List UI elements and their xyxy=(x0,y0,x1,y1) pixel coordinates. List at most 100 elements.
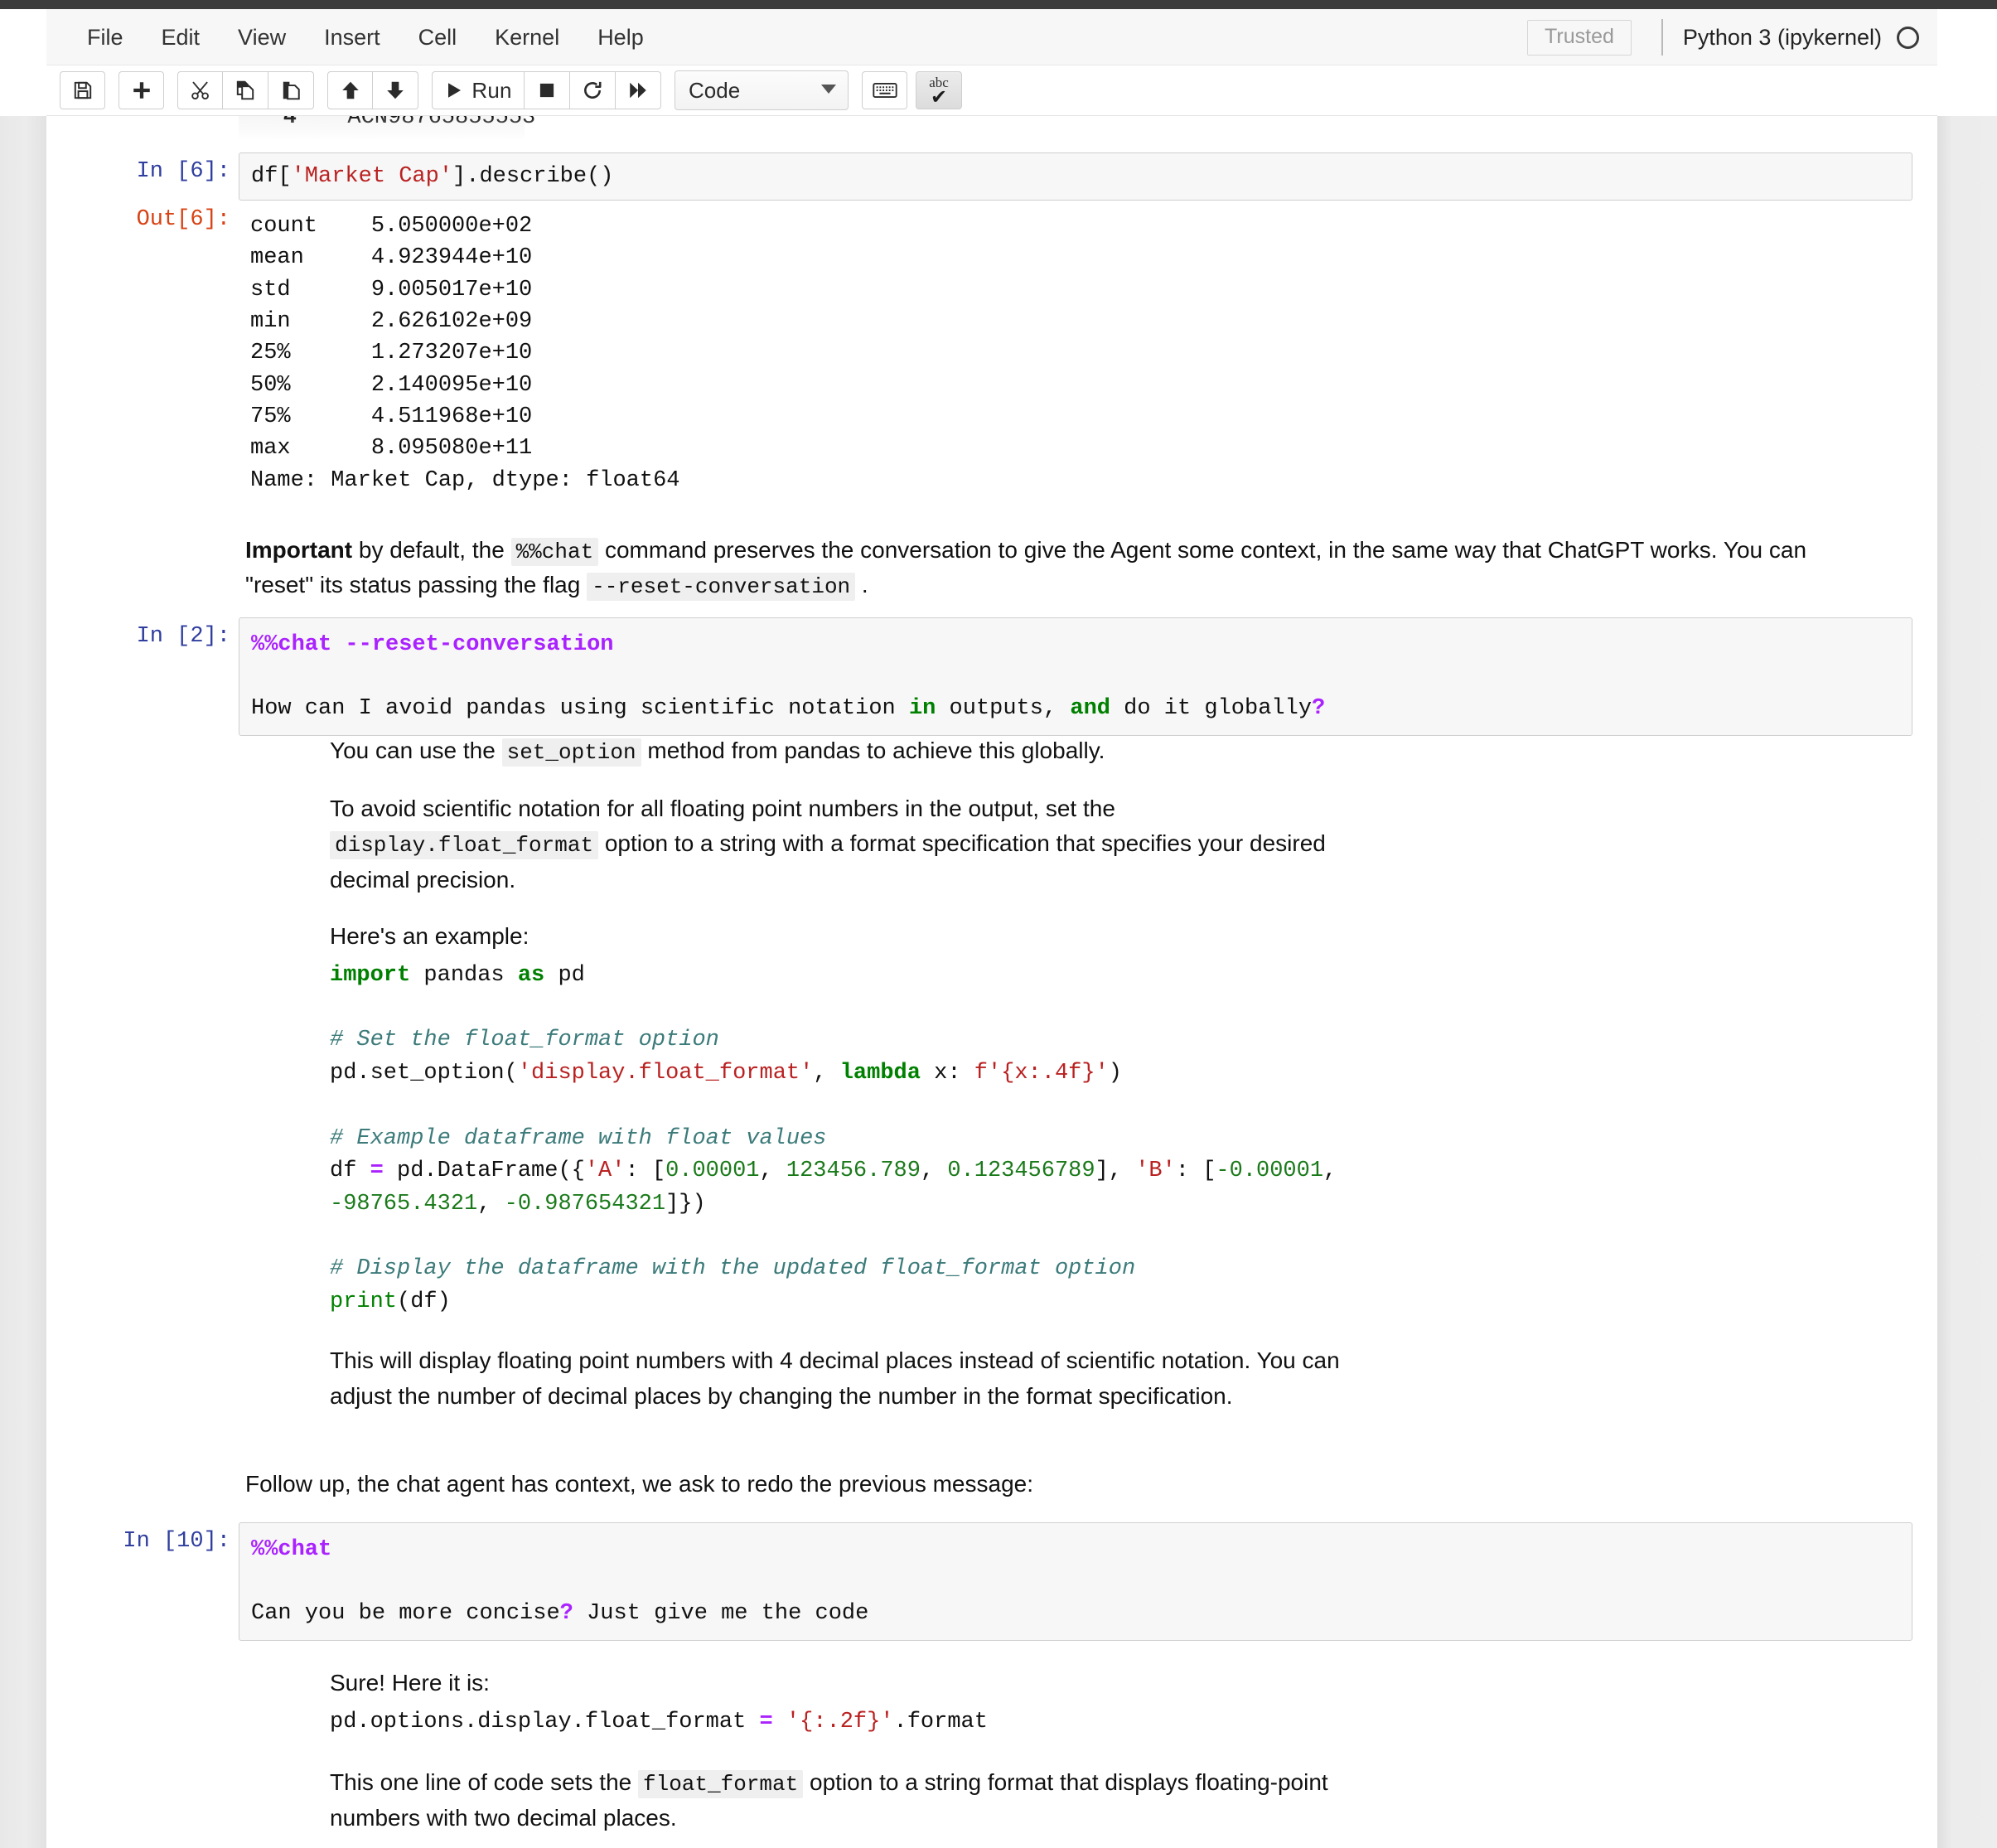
input-prompt-6: In [6]: xyxy=(136,159,230,184)
save-button[interactable] xyxy=(60,71,105,109)
stop-square-icon xyxy=(536,80,558,101)
toolbar-group-run: Run xyxy=(432,71,661,109)
answer1-paragraph-4: This will display floating point numbers… xyxy=(330,1347,1340,1409)
toggle-spellcheck-button[interactable]: abc ✔ xyxy=(916,71,962,109)
toolbar-group-clipboard xyxy=(177,71,314,109)
code-setopt-1: pd.set_option( xyxy=(330,1060,518,1086)
code-input-area[interactable]: df['Market Cap'].describe() xyxy=(239,152,1912,201)
menu-file[interactable]: File xyxy=(68,9,143,65)
keyboard-icon xyxy=(872,80,897,100)
code-kw-as: as xyxy=(517,962,545,988)
floppy-disk-icon xyxy=(72,80,94,101)
q-question-mark: ? xyxy=(1312,695,1326,721)
code-df-num-4: -0.00001 xyxy=(1216,1159,1324,1184)
code-setopt-3: x: xyxy=(920,1060,974,1086)
q-part-3: outputs, xyxy=(936,695,1071,721)
code-input-area[interactable]: %%chat Can you be more concise? Just giv… xyxy=(239,1522,1912,1641)
code-setopt-string: 'display.float_format' xyxy=(517,1060,814,1086)
command-palette-button[interactable] xyxy=(862,71,907,109)
q-keyword-and: and xyxy=(1070,695,1110,721)
answer1-paragraph-3: Here's an example: xyxy=(330,923,529,950)
move-cell-down-button[interactable] xyxy=(373,71,418,109)
code-token-magic: %%chat xyxy=(251,632,332,657)
plus-icon xyxy=(131,80,152,101)
cut-cells-button[interactable] xyxy=(177,71,223,109)
menu-kernel[interactable]: Kernel xyxy=(476,9,578,65)
code-kw-import: import xyxy=(330,962,411,988)
a2-code-1: pd.options.display.float_format xyxy=(330,1709,760,1734)
toolbar: Run Code abc ✔ xyxy=(46,65,1937,116)
fast-forward-icon xyxy=(627,80,649,101)
output-text: count 5.050000e+02 mean 4.923944e+10 std… xyxy=(250,214,680,493)
inline-code-set-option: set_option xyxy=(501,738,641,767)
play-icon xyxy=(444,80,464,100)
code-comment-1: # Set the float_format option xyxy=(330,1028,719,1053)
output-cell-describe: Out[6]: count 5.050000e+02 mean 4.923944… xyxy=(46,206,680,496)
menu-edit[interactable]: Edit xyxy=(143,9,220,65)
code-setopt-4: ) xyxy=(1108,1060,1122,1086)
a1-p1-a: You can use the xyxy=(330,738,502,763)
code-df-num-3: 0.123456789 xyxy=(947,1159,1095,1184)
code-df-4: , xyxy=(759,1159,786,1184)
a1-p1-b: method from pandas to achieve this globa… xyxy=(641,738,1105,763)
code-df-1: df xyxy=(330,1159,370,1184)
trusted-indicator[interactable]: Trusted xyxy=(1527,19,1632,56)
q-keyword-in: in xyxy=(908,695,936,721)
paste-cells-button[interactable] xyxy=(268,71,314,109)
a2-code-string: '{:.2f}' xyxy=(786,1709,894,1734)
inline-code-reset-conversation: --reset-conversation xyxy=(587,573,856,602)
jupyter-notebook-window: File Edit View Insert Cell Kernel Help T… xyxy=(0,0,1997,1848)
move-cell-up-button[interactable] xyxy=(327,71,373,109)
run-button-label: Run xyxy=(471,77,512,103)
cell-type-selector-wrap: Code Markdown Raw NBConvert Heading xyxy=(675,70,849,110)
menubar-items: File Edit View Insert Cell Kernel Help xyxy=(68,9,663,65)
code-df-key-b: 'B' xyxy=(1135,1159,1176,1184)
a2-code-eq: = xyxy=(759,1709,773,1734)
inline-code-float-format: float_format xyxy=(638,1769,804,1798)
menu-insert[interactable]: Insert xyxy=(305,9,399,65)
a2-code-2 xyxy=(773,1710,786,1734)
run-button[interactable]: Run xyxy=(432,71,525,109)
menu-help[interactable]: Help xyxy=(578,9,663,65)
input-prompt-10: In [10]: xyxy=(123,1529,230,1554)
insert-cell-button[interactable] xyxy=(118,71,164,109)
code-line-magic: %%chat --reset-conversation xyxy=(251,629,1912,660)
menu-view[interactable]: View xyxy=(219,9,305,65)
code-builtin-print: print xyxy=(330,1289,398,1314)
menu-cell[interactable]: Cell xyxy=(399,9,476,65)
kernel-name-label: Python 3 (ipykernel) xyxy=(1682,24,1882,50)
restart-kernel-button[interactable] xyxy=(570,71,616,109)
code-kw-lambda: lambda xyxy=(839,1060,921,1086)
q2-part-3: Just give me the code xyxy=(573,1600,869,1626)
code-df-2: pd.DataFrame({ xyxy=(383,1159,585,1184)
answer2-code-block: pd.options.display.float_format = '{:.2f… xyxy=(330,1706,1349,1739)
agent-answer-1: You can use the set_option method from p… xyxy=(330,733,1366,1435)
important-bold-lead: Important xyxy=(245,537,353,563)
notebook-scroll-area[interactable]: 4 ACN 98765855553 In [6]: df['Market Cap… xyxy=(46,116,1937,1848)
code-line-magic: %%chat xyxy=(251,1534,1912,1565)
restart-circular-arrow-icon xyxy=(582,80,603,101)
output-prompt-6: Out[6]: xyxy=(136,207,230,232)
arrow-down-icon xyxy=(384,80,406,101)
window-top-strip xyxy=(0,0,1997,9)
code-df-num-5: -98765.4321 xyxy=(330,1191,478,1217)
inline-code-display-float-format: display.float_format xyxy=(330,831,599,860)
scissors-icon xyxy=(190,80,211,101)
code-token-df: df[ xyxy=(251,164,292,189)
code-df-8: , xyxy=(1323,1159,1351,1184)
restart-and-run-all-button[interactable] xyxy=(616,71,661,109)
left-gutter xyxy=(0,9,46,1848)
answer1-code-block: import pandas as pd # Set the float_form… xyxy=(330,960,1366,1318)
markdown-followup: Follow up, the chat agent has context, w… xyxy=(245,1471,1033,1497)
code-mod-pandas: pandas xyxy=(410,962,518,988)
answer2-paragraph-1: Sure! Here it is: xyxy=(330,1670,490,1696)
copy-icon xyxy=(235,80,256,101)
code-cell-chat-reset: In [2]: %%chat --reset-conversation How … xyxy=(46,617,1912,736)
code-input-area[interactable]: %%chat --reset-conversation How can I av… xyxy=(239,617,1912,736)
cell-type-select[interactable]: Code Markdown Raw NBConvert Heading xyxy=(675,70,849,110)
interrupt-kernel-button[interactable] xyxy=(525,71,570,109)
code-comment-2: # Example dataframe with float values xyxy=(330,1125,827,1151)
code-df-5: , xyxy=(920,1159,948,1184)
copy-cells-button[interactable] xyxy=(223,71,268,109)
